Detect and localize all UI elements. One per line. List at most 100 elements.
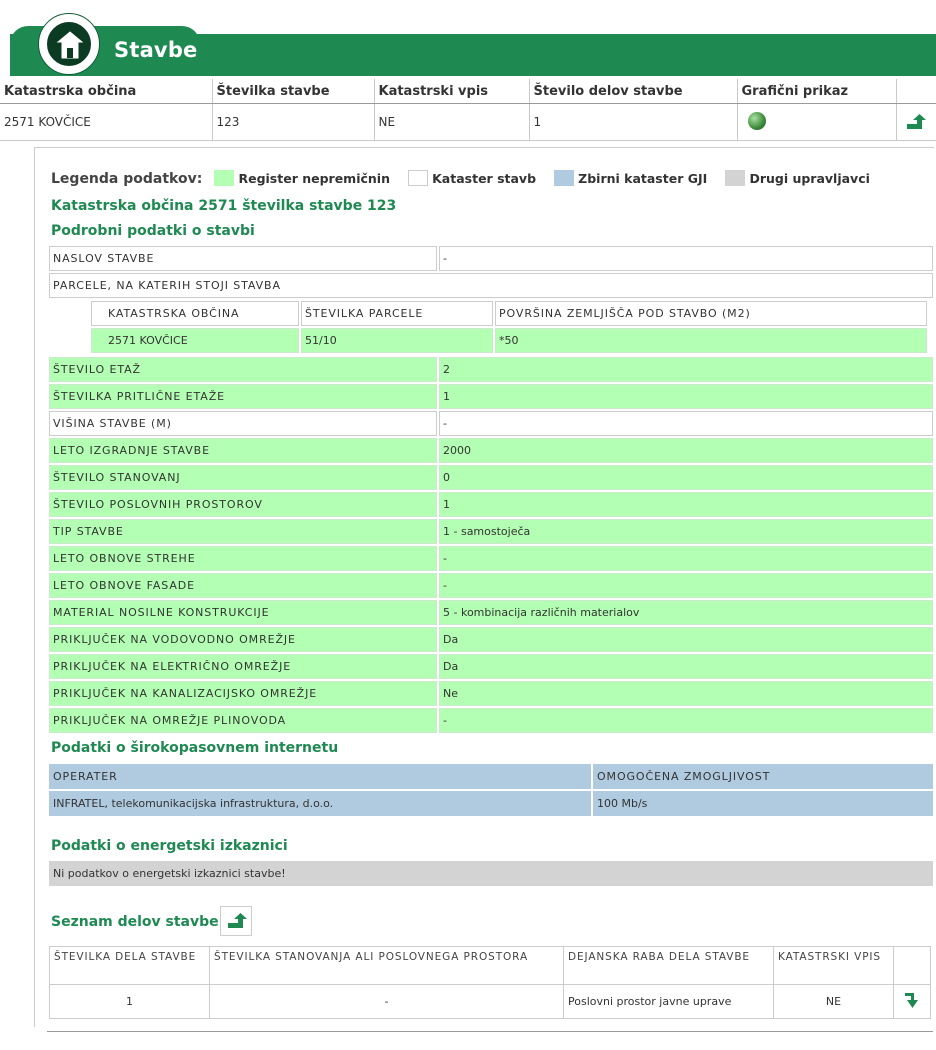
table-row: 2571 KOVČICE 123 NE 1 bbox=[0, 103, 936, 141]
parts-count-cell: 1 bbox=[529, 103, 738, 141]
table-row: ŠTEVILO POSLOVNIH PROSTOROV 1 bbox=[49, 492, 933, 517]
table-row: 1 - Poslovni prostor javne uprave NE bbox=[49, 984, 931, 1019]
detail-label: MATERIAL NOSILNE KONSTRUKCIJE bbox=[49, 600, 437, 625]
parcel-municipality-cell: 2571 KOVČICE bbox=[91, 328, 299, 353]
detail-label: LETO OBNOVE FASADE bbox=[49, 573, 437, 598]
legend-swatch-green bbox=[214, 170, 235, 186]
part-number-cell: 1 bbox=[49, 984, 210, 1019]
table-row: LETO OBNOVE FASADE - bbox=[49, 573, 933, 598]
detail-value: - bbox=[439, 411, 933, 436]
building-number-cell: 123 bbox=[212, 103, 375, 141]
column-header: Število delov stavbe bbox=[529, 79, 738, 104]
detail-value: 5 - kombinacija različnih materialov bbox=[439, 600, 933, 625]
parcels-label: PARCELE, NA KATERIH STOJI STAVBA bbox=[49, 273, 933, 298]
table-row: LETO OBNOVE STREHE - bbox=[49, 546, 933, 571]
detail-value: Da bbox=[439, 654, 933, 679]
table-header-row: KATASTRSKA OBČINA ŠTEVILKA PARCELE POVRŠ… bbox=[91, 301, 927, 326]
detail-value: - bbox=[439, 573, 933, 598]
table-row: PRIKLJUČEK NA OMREŽJE PLINOVODA - bbox=[49, 708, 933, 733]
table-row: Ni podatkov o energetski izkaznici stavb… bbox=[49, 861, 933, 886]
detail-value: 1 bbox=[439, 492, 933, 517]
collapse-cell bbox=[896, 103, 936, 141]
legend-text: Kataster stavb bbox=[432, 171, 537, 186]
expand-cell bbox=[893, 984, 931, 1019]
address-value: - bbox=[439, 246, 933, 271]
table-header-row: OPERATER OMOGOČENA ZMOGLJIVOST bbox=[49, 764, 933, 789]
legend-text: Drugi upravljavci bbox=[749, 171, 870, 186]
detail-label: PRIKLJUČEK NA ELEKTRIČNO OMREŽJE bbox=[49, 654, 437, 679]
legend-text: Register nepremičnin bbox=[238, 171, 390, 186]
building-details-table: ŠTEVILO ETAŽ 2 ŠTEVILKA PRITLIČNE ETAŽE 1 … bbox=[47, 355, 935, 735]
table-row: INFRATEL, telekomunikacijska infrastrukt… bbox=[49, 791, 933, 816]
parts-heading: Seznam delov stavbe bbox=[51, 914, 219, 930]
legend-label: Legenda podatkov: bbox=[51, 171, 203, 187]
broadband-table: OPERATER OMOGOČENA ZMOGLJIVOST INFRATEL,… bbox=[47, 762, 935, 818]
capacity-cell: 100 Mb/s bbox=[593, 791, 933, 816]
table-row: PRIKLJUČEK NA KANALIZACIJSKO OMREŽJE Ne bbox=[49, 681, 933, 706]
detail-label: PRIKLJUČEK NA KANALIZACIJSKO OMREŽJE bbox=[49, 681, 437, 706]
detail-value: 0 bbox=[439, 465, 933, 490]
detail-label: ŠTEVILO POSLOVNIH PROSTOROV bbox=[49, 492, 437, 517]
building-details-panel: Legenda podatkov: Register nepremičnin K… bbox=[34, 147, 935, 1032]
legend-swatch-white bbox=[408, 170, 429, 186]
data-legend: Legenda podatkov: Register nepremičnin K… bbox=[51, 170, 882, 187]
table-row: 2571 KOVČICE 51/10 *50 bbox=[91, 328, 927, 353]
cadastral-entry-cell: NE bbox=[374, 103, 530, 141]
column-header: Katastrski vpis bbox=[374, 79, 530, 104]
detail-value: Da bbox=[439, 627, 933, 652]
detail-label: ŠTEVILKA PRITLIČNE ETAŽE bbox=[49, 384, 437, 409]
table-row: MATERIAL NOSILNE KONSTRUKCIJE 5 - kombina… bbox=[49, 600, 933, 625]
column-header: KATASTRSKA OBČINA bbox=[91, 301, 299, 326]
table-row: PRIKLJUČEK NA ELEKTRIČNO OMREŽJE Da bbox=[49, 654, 933, 679]
detail-value: - bbox=[439, 708, 933, 733]
column-header: POVRŠINA ZEMLJIŠČA POD STAVBO (M2) bbox=[495, 301, 927, 326]
building-heading: Katastrska občina 2571 številka stavbe 1… bbox=[51, 198, 397, 214]
legend-text: Zbirni kataster GJI bbox=[578, 171, 708, 186]
address-parcels-table: NASLOV STAVBE - PARCELE, NA KATERIH STOJ… bbox=[47, 244, 935, 300]
column-header: ŠTEVILKA PARCELE bbox=[301, 301, 493, 326]
column-header: OPERATER bbox=[49, 764, 591, 789]
table-header-row: ŠTEVILKA DELA STAVBE ŠTEVILKA STANOVANJA… bbox=[49, 946, 931, 985]
detail-value: 1 bbox=[439, 384, 933, 409]
column-header-empty bbox=[896, 79, 936, 104]
building-parts-table: ŠTEVILKA DELA STAVBE ŠTEVILKA STANOVANJA… bbox=[49, 946, 931, 1019]
detail-value: Ne bbox=[439, 681, 933, 706]
table-row: LETO IZGRADNJE STAVBE 2000 bbox=[49, 438, 933, 463]
table-row: PARCELE, NA KATERIH STOJI STAVBA bbox=[49, 273, 933, 298]
table-row: ŠTEVILO ETAŽ 2 bbox=[49, 357, 933, 382]
detail-value: 1 - samostoječa bbox=[439, 519, 933, 544]
detail-label: ŠTEVILO STANOVANJ bbox=[49, 465, 437, 490]
table-row: NASLOV STAVBE - bbox=[49, 246, 933, 271]
graphic-view-cell bbox=[737, 103, 897, 141]
table-row: VIŠINA STAVBE (M) - bbox=[49, 411, 933, 436]
column-header: Številka stavbe bbox=[212, 79, 375, 104]
column-header: Grafični prikaz bbox=[737, 79, 897, 104]
unit-number-cell: - bbox=[209, 984, 564, 1019]
table-row: TIP STAVBE 1 - samostoječa bbox=[49, 519, 933, 544]
address-label: NASLOV STAVBE bbox=[49, 246, 437, 271]
legend-swatch-gray bbox=[725, 170, 746, 186]
detail-label: VIŠINA STAVBE (M) bbox=[49, 411, 437, 436]
parcel-area-cell: *50 bbox=[495, 328, 927, 353]
globe-icon[interactable] bbox=[747, 111, 766, 130]
column-header: ŠTEVILKA DELA STAVBE bbox=[49, 946, 210, 985]
detail-label: LETO IZGRADNJE STAVBE bbox=[49, 438, 437, 463]
building-summary-table: Katastrska občina Številka stavbe Katast… bbox=[0, 79, 936, 141]
arrow-up-icon[interactable] bbox=[905, 113, 927, 131]
divider bbox=[47, 1031, 933, 1032]
arrow-down-icon[interactable] bbox=[902, 990, 922, 1010]
details-heading: Podrobni podatki o stavbi bbox=[51, 223, 255, 239]
energy-table: Ni podatkov o energetski izkaznici stavb… bbox=[47, 859, 935, 888]
energy-heading: Podatki o energetski izkaznici bbox=[51, 838, 288, 854]
arrow-up-icon bbox=[228, 913, 247, 928]
table-row: ŠTEVILKA PRITLIČNE ETAŽE 1 bbox=[49, 384, 933, 409]
energy-message: Ni podatkov o energetski izkaznici stavb… bbox=[49, 861, 933, 886]
collapse-parts-button[interactable] bbox=[220, 906, 252, 936]
column-header-empty bbox=[893, 946, 931, 985]
operator-cell: INFRATEL, telekomunikacijska infrastrukt… bbox=[49, 791, 591, 816]
house-icon bbox=[45, 20, 93, 68]
detail-label: PRIKLJUČEK NA VODOVODNO OMREŽJE bbox=[49, 627, 437, 652]
column-header: Katastrska občina bbox=[0, 79, 213, 104]
table-header-row: Katastrska občina Številka stavbe Katast… bbox=[0, 79, 936, 104]
detail-label: ŠTEVILO ETAŽ bbox=[49, 357, 437, 382]
